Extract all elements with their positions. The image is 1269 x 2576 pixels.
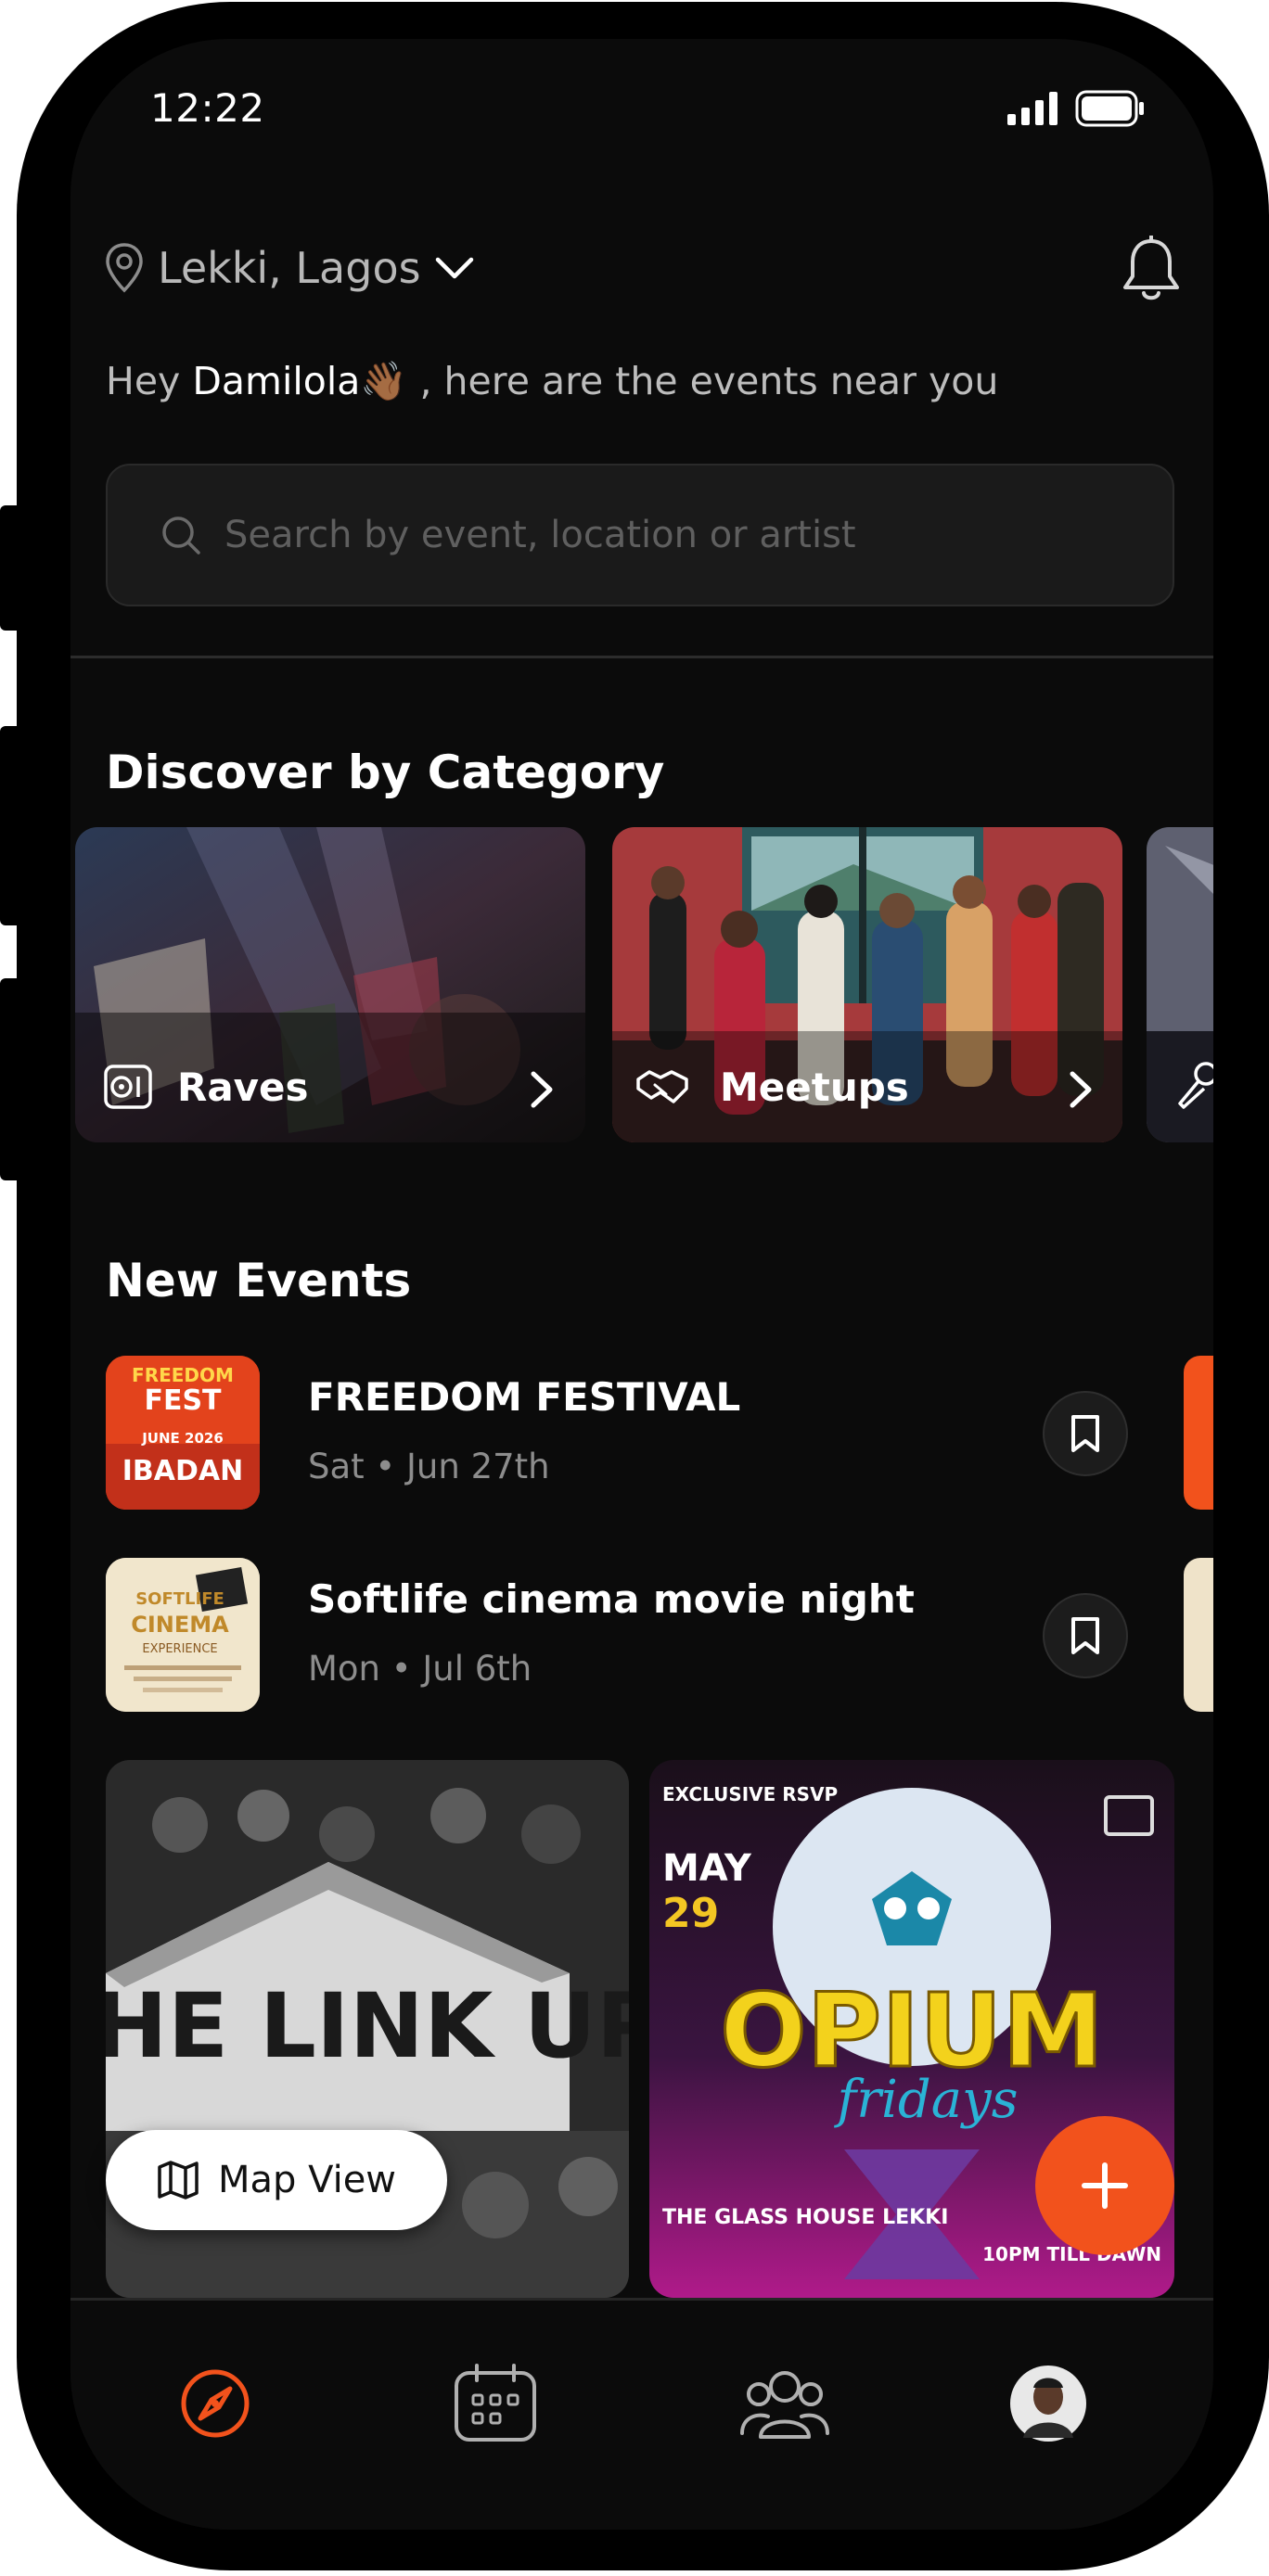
svg-text:JUNE 2026: JUNE 2026 [141,1430,224,1447]
map-view-label: Map View [217,2159,397,2201]
nav-calendar[interactable] [449,2357,542,2450]
bookmark-button[interactable] [1043,1593,1128,1678]
greeting-suffix: , here are the events near you [407,359,999,403]
section-divider [70,656,1213,658]
nav-explore[interactable] [169,2357,262,2450]
map-view-button[interactable]: Map View [106,2130,447,2230]
svg-text:IBADAN: IBADAN [122,1455,243,1487]
next-event-thumbnail-partial [1184,1356,1213,1510]
greeting-text: Hey Damilola👋🏾 , here are the events nea… [106,359,998,404]
nav-community[interactable] [738,2357,831,2450]
category-label: Raves [177,1065,309,1110]
softlife-poster: SOFTLIFE CINEMA EXPERIENCE [106,1558,260,1712]
chevron-right-icon [531,1071,553,1108]
freedom-poster: FREEDOM FEST JUNE 2026 IBADAN [106,1356,260,1510]
event-row[interactable]: FREEDOM FEST JUNE 2026 IBADAN FREEDOM FE… [70,1356,1213,1513]
event-thumbnail-softlife: SOFTLIFE CINEMA EXPERIENCE [106,1558,260,1712]
search-bar[interactable] [106,464,1174,606]
signal-icon [1007,92,1058,125]
greeting-prefix: Hey [106,359,193,403]
svg-text:CINEMA: CINEMA [131,1612,229,1638]
nav-profile[interactable] [1002,2357,1095,2450]
category-label: Meetups [720,1065,909,1110]
create-event-button[interactable] [1035,2116,1174,2255]
app-screen: 12:22 Lekki, Lagos Hey Damilola👋🏾 , here… [70,39,1213,2530]
location-label: Lekki, Lagos [158,243,421,293]
category-section-title: Discover by Category [106,746,665,799]
battery-icon [1075,90,1144,127]
bookmark-icon [1071,1415,1099,1452]
user-name: Damilola👋🏾 [192,359,408,403]
notification-bell-icon[interactable] [1119,236,1184,306]
speaker-icon [104,1065,152,1109]
calendar-icon [455,2364,536,2442]
search-icon [162,516,200,555]
chevron-right-icon [1070,1071,1092,1108]
phone-volume-down [0,978,22,1180]
map-icon [158,2161,199,2200]
svg-text:SOFTLIFE: SOFTLIFE [135,1589,224,1609]
poster-day: 29 [662,1890,719,1937]
bookmark-button[interactable] [1043,1391,1128,1476]
event-thumbnail-freedom: FREEDOM FEST JUNE 2026 IBADAN [106,1356,260,1510]
chevron-down-icon [435,257,473,279]
category-card-raves[interactable]: Raves [75,827,585,1142]
handshake-icon [636,1070,688,1103]
community-icon [740,2371,829,2439]
explore-compass-icon [181,2369,250,2438]
poster-month: MAY [662,1847,752,1890]
poster-tag: EXCLUSIVE RSVP [662,1783,838,1805]
event-title: Softlife cinema movie night [308,1576,915,1622]
location-pin-icon [106,243,143,293]
location-selector[interactable]: Lekki, Lagos [104,236,475,300]
event-date: Mon • Jul 6th [308,1649,532,1689]
poster-venue: THE GLASS HOUSE LEKKI [662,2206,948,2229]
phone-volume-up [0,726,22,925]
category-card-meetups[interactable]: Meetups [612,827,1122,1142]
svg-text:FEST: FEST [144,1384,222,1417]
bookmark-icon [1071,1617,1099,1654]
plus-icon [1082,2162,1128,2209]
event-row[interactable]: SOFTLIFE CINEMA EXPERIENCE Softlife cine… [70,1558,1213,1715]
profile-avatar [1010,2366,1086,2442]
svg-text:EXPERIENCE: EXPERIENCE [142,1642,217,1656]
poster-subtitle: fridays [833,2070,1018,2130]
new-events-title: New Events [106,1254,412,1307]
phone-silent-switch [0,505,22,631]
event-date: Sat • Jun 27th [308,1447,550,1486]
poster-title-text: THE LINK UP [106,1974,629,2078]
category-card-partial[interactable] [1147,827,1213,1142]
status-time: 12:22 [150,85,265,131]
microphone-icon [1178,1062,1213,1109]
search-input[interactable] [223,513,1061,557]
svg-text:FREEDOM: FREEDOM [132,1364,234,1386]
next-event-thumbnail-partial [1184,1558,1213,1712]
event-title: FREEDOM FESTIVAL [308,1374,741,1420]
